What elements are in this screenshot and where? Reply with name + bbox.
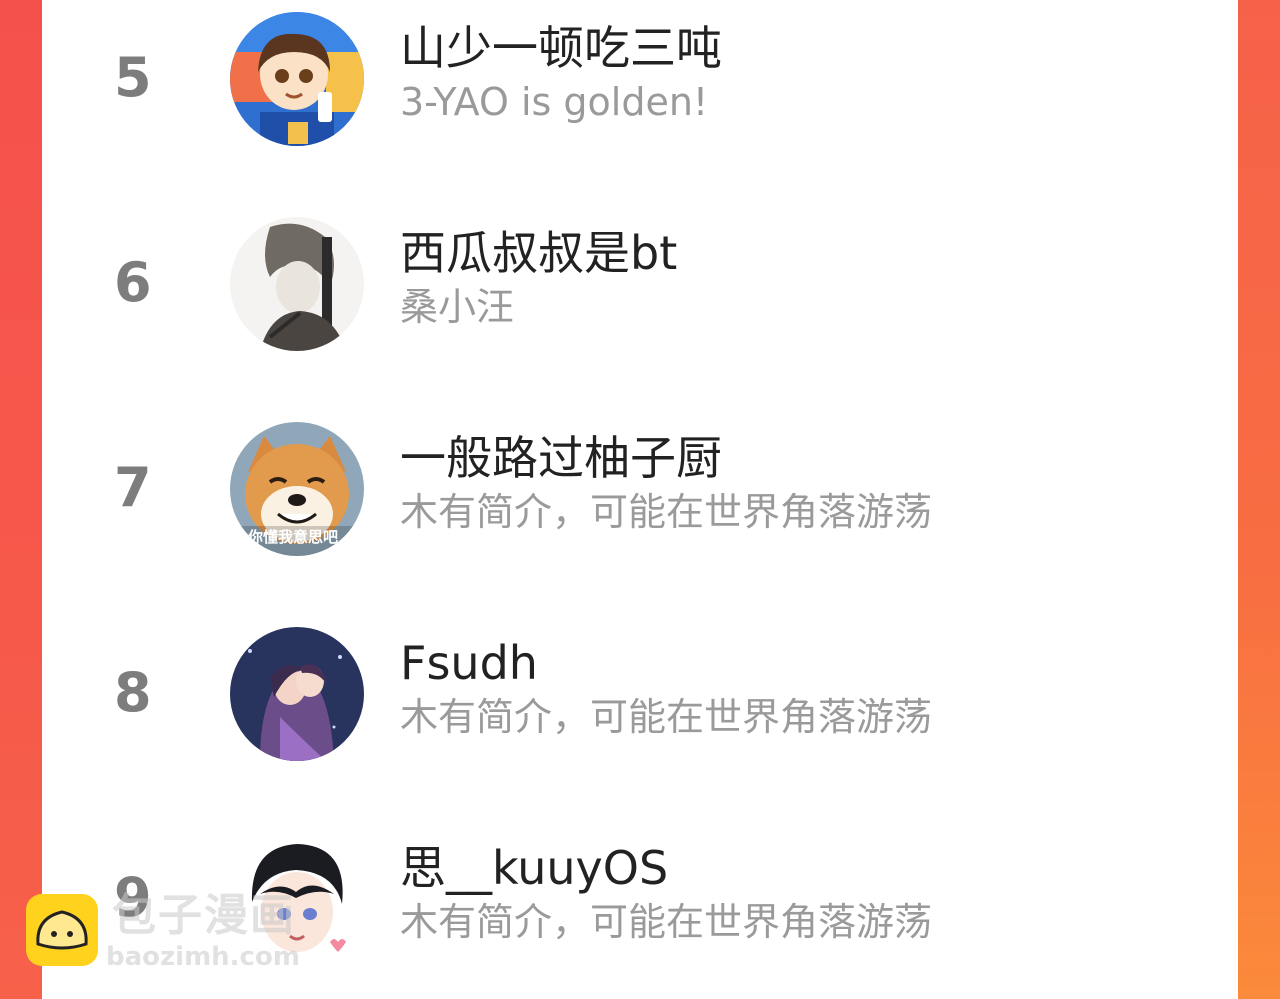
user-name[interactable]: 一般路过柚子厨 — [400, 428, 722, 488]
user-name[interactable]: 思__kuuyOS — [400, 838, 668, 898]
user-description: 木有简介，可能在世界角落游荡 — [400, 490, 933, 534]
right-orange-border — [1238, 0, 1280, 999]
bun-logo-icon — [26, 894, 98, 966]
user-name[interactable]: 西瓜叔叔是bt — [400, 223, 677, 283]
rank-number: 8 — [114, 661, 152, 724]
ranking-list-panel: 5 山少一顿吃三吨 3-YAO is golden! 6 西瓜叔叔是bt 桑小汪… — [42, 0, 1238, 999]
watermark-title: 包子漫画 — [112, 890, 296, 941]
ranking-row[interactable]: 8 Fsudh 木有简介，可能在世界角落游荡 — [42, 615, 1238, 765]
user-description: 桑小汪 — [400, 285, 515, 329]
user-name[interactable]: Fsudh — [400, 633, 538, 693]
sketch-man-avatar[interactable] — [230, 217, 364, 351]
ranking-row[interactable]: 5 山少一顿吃三吨 3-YAO is golden! — [42, 0, 1238, 150]
user-description: 3-YAO is golden! — [400, 80, 709, 124]
user-description: 木有简介，可能在世界角落游荡 — [400, 695, 933, 739]
site-watermark: 包子漫画 baozimh.com — [26, 890, 326, 980]
rank-number: 6 — [114, 251, 152, 314]
rank-number: 5 — [114, 46, 152, 109]
shiba-dog-avatar[interactable]: 你懂我意思吧 — [230, 422, 364, 556]
cartoon-boy-avatar[interactable] — [230, 12, 364, 146]
watermark-url: baozimh.com — [106, 942, 300, 972]
ranking-row[interactable]: 6 西瓜叔叔是bt 桑小汪 — [42, 205, 1238, 355]
user-name[interactable]: 山少一顿吃三吨 — [400, 18, 722, 78]
rank-number: 7 — [114, 456, 152, 519]
left-orange-border — [0, 0, 42, 999]
avatar-caption: 你懂我意思吧 — [248, 528, 339, 546]
user-description: 木有简介，可能在世界角落游荡 — [400, 900, 933, 944]
ranking-row[interactable]: 7 你懂我意思吧 一般路过柚子厨 木有简介，可能在世界角落游荡 — [42, 410, 1238, 560]
anime-couple-avatar[interactable] — [230, 627, 364, 761]
